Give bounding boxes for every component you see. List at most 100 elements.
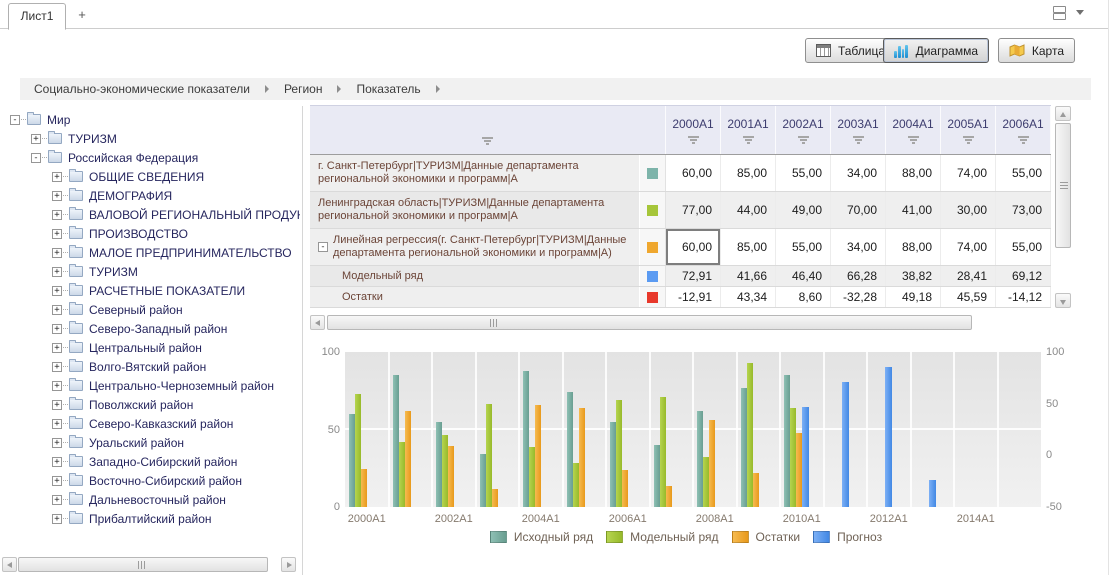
- tree-item[interactable]: +Центрально-Черноземный район: [0, 376, 300, 395]
- value-cell[interactable]: 44,00: [721, 192, 776, 228]
- tree-item[interactable]: +ВАЛОВОЙ РЕГИОНАЛЬНЫЙ ПРОДУКТ: [0, 205, 300, 224]
- expand-icon[interactable]: +: [52, 438, 62, 448]
- column-header[interactable]: 2003A1: [831, 106, 886, 154]
- scroll-down-button[interactable]: [1055, 293, 1071, 308]
- column-header[interactable]: 2005A1: [941, 106, 996, 154]
- breadcrumb-item[interactable]: Регион: [284, 82, 323, 96]
- tree-item[interactable]: +Центральный район: [0, 338, 300, 357]
- expand-icon[interactable]: +: [52, 210, 62, 220]
- tree-item[interactable]: +Северо-Западный район: [0, 319, 300, 338]
- scroll-left-button[interactable]: [2, 557, 17, 572]
- expand-icon[interactable]: +: [52, 267, 62, 277]
- table-vertical-scrollbar[interactable]: [1055, 106, 1071, 308]
- tree-item[interactable]: +Уральский район: [0, 433, 300, 452]
- expand-icon[interactable]: +: [52, 343, 62, 353]
- value-cell[interactable]: 60,00: [666, 155, 721, 191]
- tree-scroll-thumb[interactable]: [18, 557, 268, 572]
- value-cell[interactable]: 28,41: [941, 266, 996, 286]
- breadcrumb-item[interactable]: Показатель: [356, 82, 420, 96]
- column-header[interactable]: 2004A1: [886, 106, 941, 154]
- expand-icon[interactable]: +: [52, 286, 62, 296]
- scroll-up-button[interactable]: [1055, 106, 1071, 121]
- expand-icon[interactable]: +: [52, 381, 62, 391]
- column-header[interactable]: 2006A1: [996, 106, 1051, 154]
- value-cell[interactable]: 49,18: [886, 287, 941, 307]
- filter-icon[interactable]: [1018, 136, 1029, 144]
- value-cell[interactable]: -12,91: [666, 287, 721, 307]
- column-header[interactable]: 2000A1: [666, 106, 721, 154]
- row-header-column-header[interactable]: [310, 106, 666, 154]
- add-sheet-button[interactable]: +: [72, 5, 92, 25]
- value-cell[interactable]: 74,00: [941, 155, 996, 191]
- tree-item[interactable]: +ОБЩИЕ СВЕДЕНИЯ: [0, 167, 300, 186]
- tree-item[interactable]: +РАСЧЕТНЫЕ ПОКАЗАТЕЛИ: [0, 281, 300, 300]
- value-cell[interactable]: 55,00: [776, 229, 831, 265]
- row-header-cell[interactable]: Остатки: [310, 287, 640, 307]
- printer-icon[interactable]: [1051, 6, 1066, 19]
- value-cell[interactable]: 55,00: [996, 229, 1051, 265]
- filter-icon[interactable]: [482, 137, 493, 145]
- row-header-cell[interactable]: Ленинградская область|ТУРИЗМ|Данные депа…: [310, 192, 640, 228]
- tab-sheet1[interactable]: Лист1: [8, 3, 66, 30]
- table-vscroll-thumb[interactable]: [1055, 123, 1071, 248]
- expand-icon[interactable]: +: [52, 191, 62, 201]
- value-cell[interactable]: 41,66: [721, 266, 776, 286]
- value-cell[interactable]: -32,28: [831, 287, 886, 307]
- value-cell[interactable]: 45,59: [941, 287, 996, 307]
- table-horizontal-scrollbar[interactable]: [310, 315, 1105, 330]
- scroll-left-button[interactable]: [310, 315, 325, 330]
- tree-item[interactable]: +Прибалтийский район: [0, 509, 300, 528]
- expand-icon[interactable]: +: [52, 476, 62, 486]
- expand-icon[interactable]: +: [52, 229, 62, 239]
- tree-item[interactable]: +Северо-Кавказский район: [0, 414, 300, 433]
- value-cell[interactable]: 43,34: [721, 287, 776, 307]
- tree-item[interactable]: +Поволжский район: [0, 395, 300, 414]
- chevron-down-icon[interactable]: [1076, 10, 1084, 15]
- expand-icon[interactable]: +: [52, 495, 62, 505]
- value-cell[interactable]: 55,00: [776, 155, 831, 191]
- tree-item[interactable]: -Мир: [0, 110, 300, 129]
- value-cell[interactable]: 88,00: [886, 155, 941, 191]
- table-scroll-thumb[interactable]: [327, 315, 972, 330]
- tree-item[interactable]: +ПРОИЗВОДСТВО: [0, 224, 300, 243]
- expand-icon[interactable]: +: [31, 134, 41, 144]
- filter-icon[interactable]: [963, 136, 974, 144]
- value-cell[interactable]: 60,00: [666, 229, 721, 265]
- expand-icon[interactable]: +: [52, 172, 62, 182]
- row-header-cell[interactable]: г. Санкт-Петербург|ТУРИЗМ|Данные департа…: [310, 155, 640, 191]
- collapse-icon[interactable]: -: [31, 153, 41, 163]
- row-header-cell[interactable]: -Линейная регрессия(г. Санкт-Петербург|Т…: [310, 229, 640, 265]
- tree-item[interactable]: +Волго-Вятский район: [0, 357, 300, 376]
- value-cell[interactable]: 55,00: [996, 155, 1051, 191]
- filter-icon[interactable]: [908, 136, 919, 144]
- expand-icon[interactable]: +: [52, 324, 62, 334]
- value-cell[interactable]: 69,12: [996, 266, 1051, 286]
- tree-item[interactable]: +Восточно-Сибирский район: [0, 471, 300, 490]
- column-header[interactable]: 2001A1: [721, 106, 776, 154]
- filter-icon[interactable]: [688, 136, 699, 144]
- value-cell[interactable]: 49,00: [776, 192, 831, 228]
- view-chart-button[interactable]: Диаграмма: [883, 38, 989, 63]
- expand-icon[interactable]: +: [52, 457, 62, 467]
- filter-icon[interactable]: [743, 136, 754, 144]
- tree-item[interactable]: +Западно-Сибирский район: [0, 452, 300, 471]
- expand-icon[interactable]: +: [52, 305, 62, 315]
- scroll-right-button[interactable]: [281, 557, 296, 572]
- value-cell[interactable]: 66,28: [831, 266, 886, 286]
- value-cell[interactable]: 34,00: [831, 229, 886, 265]
- tree-item[interactable]: +МАЛОЕ ПРЕДПРИНИМАТЕЛЬСТВО: [0, 243, 300, 262]
- tree-item[interactable]: +Дальневосточный район: [0, 490, 300, 509]
- filter-icon[interactable]: [853, 136, 864, 144]
- filter-icon[interactable]: [798, 136, 809, 144]
- value-cell[interactable]: 8,60: [776, 287, 831, 307]
- row-header-cell[interactable]: Модельный ряд: [310, 266, 640, 286]
- tree-item[interactable]: +ТУРИЗМ: [0, 129, 300, 148]
- tree-item[interactable]: -Российская Федерация: [0, 148, 300, 167]
- breadcrumb-item[interactable]: Социально-экономические показатели: [34, 82, 250, 96]
- value-cell[interactable]: 34,00: [831, 155, 886, 191]
- value-cell[interactable]: 77,00: [666, 192, 721, 228]
- tree-item[interactable]: +Северный район: [0, 300, 300, 319]
- value-cell[interactable]: 41,00: [886, 192, 941, 228]
- tree-horizontal-scrollbar[interactable]: [2, 557, 296, 572]
- value-cell[interactable]: 72,91: [666, 266, 721, 286]
